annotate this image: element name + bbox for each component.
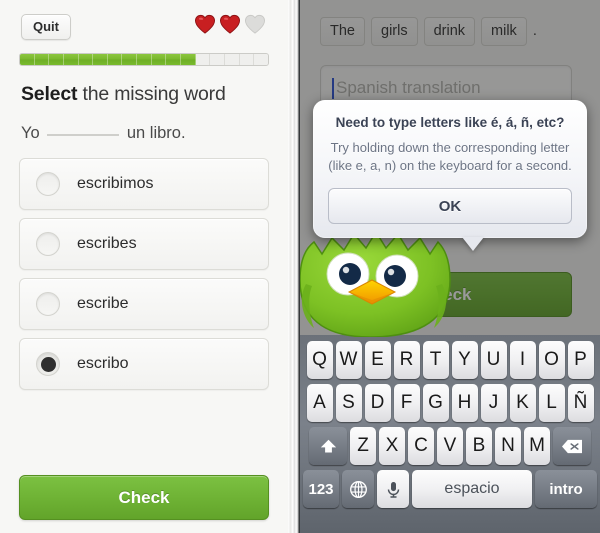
key-s[interactable]: S	[335, 384, 362, 422]
sentence-blank	[47, 122, 120, 136]
key-i[interactable]: I	[509, 341, 536, 379]
key-w[interactable]: W	[335, 341, 362, 379]
panel-divider	[288, 0, 300, 533]
screenshot-root: Quit Select the missing word Yo un libro…	[0, 0, 600, 533]
answer-option-label-3: escribo	[77, 355, 129, 372]
lesson-panel: Quit Select the missing word Yo un libro…	[0, 0, 288, 533]
key-u[interactable]: U	[480, 341, 507, 379]
answer-option-0[interactable]: escribimos	[19, 158, 269, 210]
sentence-before: Yo	[21, 124, 40, 142]
lesson-progress-bar	[19, 53, 269, 66]
microphone-icon[interactable]	[377, 470, 409, 508]
key-y[interactable]: Y	[451, 341, 478, 379]
dialog-ok-button[interactable]: OK	[328, 188, 572, 225]
key-v[interactable]: V	[437, 427, 463, 465]
key-l[interactable]: L	[538, 384, 565, 422]
key-b[interactable]: B	[466, 427, 492, 465]
heart-icon-filled-1	[194, 14, 216, 34]
key-enye[interactable]: Ñ	[567, 384, 594, 422]
translation-panel: The girls drink milk . Spanish translati…	[300, 0, 600, 533]
space-key[interactable]: espacio	[412, 470, 532, 508]
key-z[interactable]: Z	[350, 427, 376, 465]
dialog-body: Try holding down the corresponding lette…	[328, 139, 572, 174]
answer-option-1[interactable]: escribes	[19, 218, 269, 270]
backspace-icon[interactable]	[553, 427, 591, 465]
radio-button-0[interactable]	[36, 172, 60, 196]
key-g[interactable]: G	[422, 384, 449, 422]
duo-owl-mascot	[300, 222, 452, 338]
answer-option-3[interactable]: escribo	[19, 338, 269, 390]
exercise-sentence: Yo un libro.	[21, 122, 186, 143]
exercise-instruction: Select the missing word	[21, 83, 226, 106]
keyboard-row-2: A S D F G H J K L Ñ	[300, 384, 600, 422]
answer-option-label-0: escribimos	[77, 175, 154, 192]
keyboard-row-1: Q W E R T Y U I O P	[300, 341, 600, 379]
quit-button-label: Quit	[33, 19, 59, 34]
dialog-body-line1: Try holding down the corresponding lette…	[330, 140, 570, 155]
radio-button-2[interactable]	[36, 292, 60, 316]
key-d[interactable]: D	[364, 384, 391, 422]
key-n[interactable]: N	[495, 427, 521, 465]
dialog-ok-button-label: OK	[438, 197, 462, 215]
keyboard-row-4: 123 espacio intro	[300, 470, 600, 508]
key-e[interactable]: E	[364, 341, 391, 379]
key-f[interactable]: F	[393, 384, 420, 422]
dialog-body-line2: (like e, a, n) on the keyboard for a sec…	[328, 157, 572, 173]
keyboard-row-3: Z X C V B N M	[300, 427, 600, 465]
key-j[interactable]: J	[480, 384, 507, 422]
answer-option-2[interactable]: escribe	[19, 278, 269, 330]
dialog-speech-tail	[462, 237, 484, 252]
heart-icon-empty-1	[244, 14, 266, 34]
key-c[interactable]: C	[408, 427, 434, 465]
radio-button-1[interactable]	[36, 232, 60, 256]
shift-icon[interactable]	[309, 427, 347, 465]
numeric-mode-key[interactable]: 123	[303, 470, 339, 508]
globe-icon[interactable]	[342, 470, 374, 508]
key-t[interactable]: T	[422, 341, 449, 379]
answer-options-list: escribimos escribes escribe escribo	[19, 158, 269, 398]
key-o[interactable]: O	[538, 341, 565, 379]
check-button-label: Check	[118, 487, 170, 507]
instruction-bold: Select	[21, 83, 78, 105]
check-button[interactable]: Check	[19, 475, 269, 520]
accent-tip-dialog: Need to type letters like é, á, ñ, etc? …	[313, 100, 587, 252]
quit-button[interactable]: Quit	[21, 14, 71, 40]
key-r[interactable]: R	[393, 341, 420, 379]
virtual-keyboard: Q W E R T Y U I O P A S D F G H J K L Ñ …	[300, 335, 600, 533]
key-m[interactable]: M	[524, 427, 550, 465]
key-x[interactable]: X	[379, 427, 405, 465]
sentence-after: un libro.	[126, 124, 186, 142]
heart-icon-filled-2	[219, 14, 241, 34]
dialog-title: Need to type letters like é, á, ñ, etc?	[335, 115, 565, 130]
key-a[interactable]: A	[306, 384, 333, 422]
enter-key[interactable]: intro	[535, 470, 597, 508]
hearts-meter	[194, 14, 266, 34]
key-q[interactable]: Q	[306, 341, 333, 379]
radio-button-3[interactable]	[36, 352, 60, 376]
key-p[interactable]: P	[567, 341, 594, 379]
key-k[interactable]: K	[509, 384, 536, 422]
answer-option-label-2: escribe	[77, 295, 129, 312]
answer-option-label-1: escribes	[77, 235, 137, 252]
instruction-rest: the missing word	[77, 83, 226, 105]
key-h[interactable]: H	[451, 384, 478, 422]
